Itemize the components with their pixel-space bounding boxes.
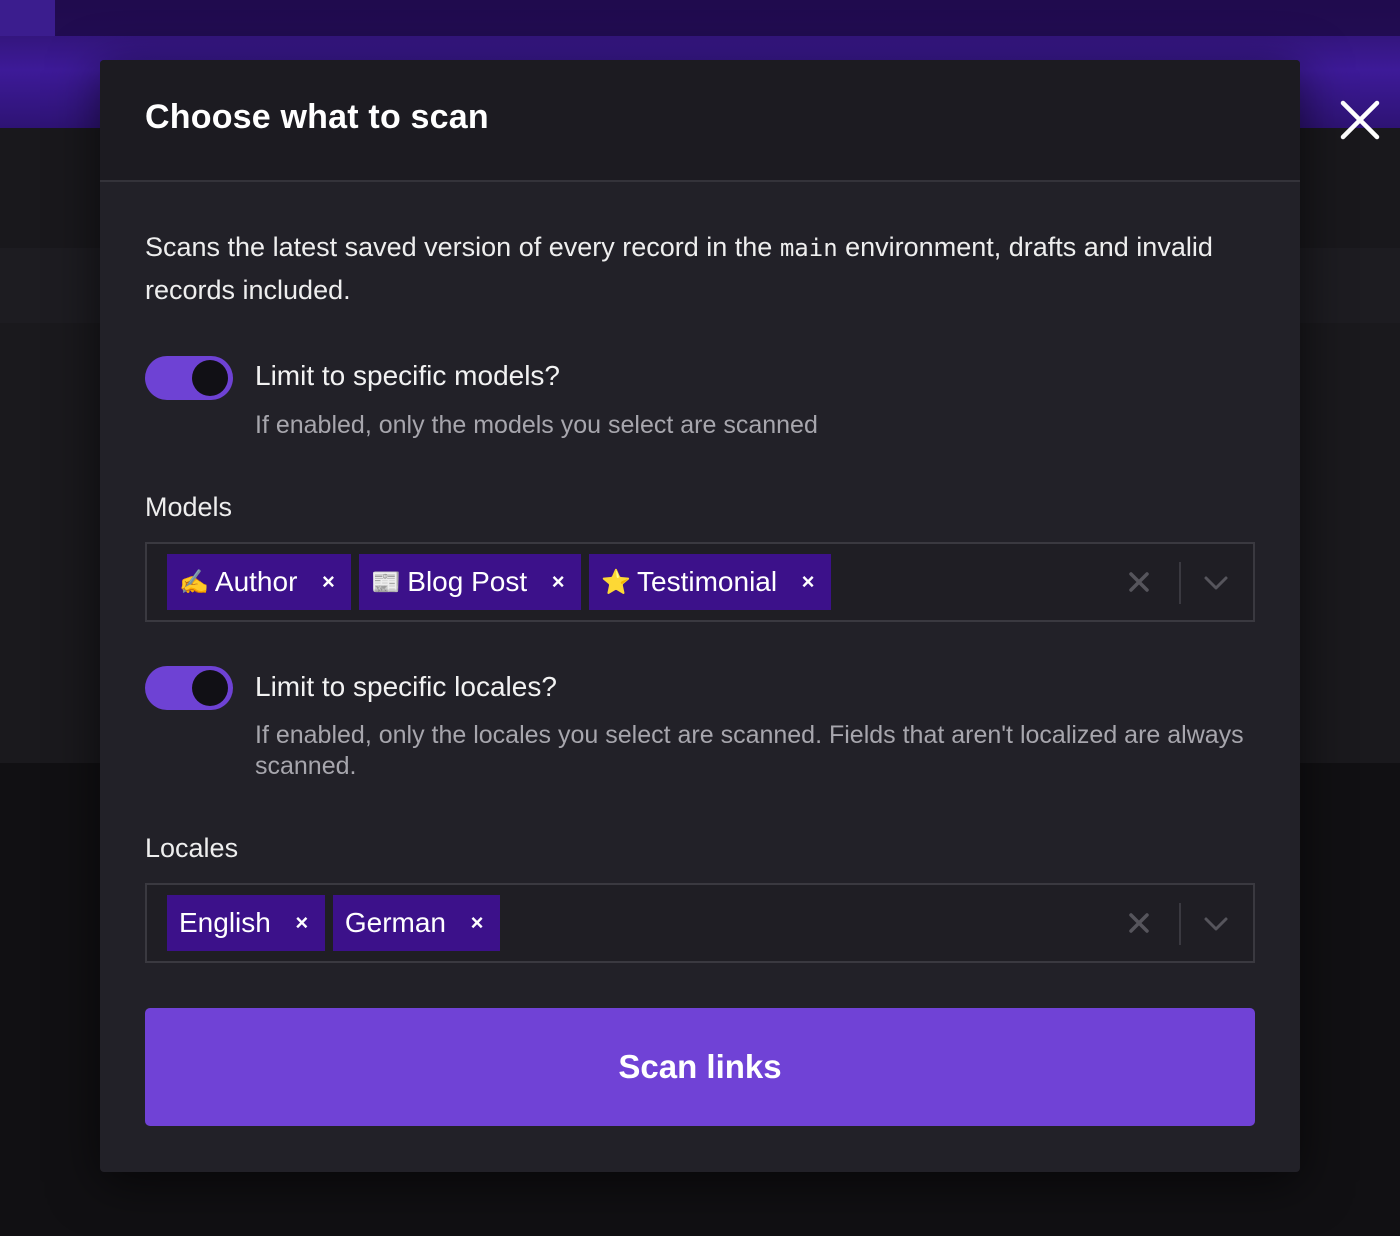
environment-code: main: [779, 234, 838, 262]
toggle-knob: [192, 670, 228, 706]
models-toggle-hint: If enabled, only the models you select a…: [255, 411, 818, 439]
chevron-down-icon[interactable]: [1201, 568, 1231, 598]
scan-links-button[interactable]: Scan links: [145, 1008, 1255, 1126]
model-chip-author: ✍️ Author ×: [167, 554, 352, 610]
locale-chip-german: German ×: [332, 895, 500, 951]
models-chips: ✍️ Author × 📰 Blog Post × ⭐ Testimonial …: [167, 554, 832, 610]
chip-label: German: [344, 907, 446, 938]
star-icon: ⭐: [601, 568, 632, 596]
writing-hand-icon: ✍️: [179, 568, 209, 596]
background-menu-strip: [55, 0, 1400, 36]
newspaper-icon: 📰: [371, 568, 402, 596]
remove-blog-post-button[interactable]: ×: [547, 569, 569, 595]
models-label: Models: [145, 492, 233, 522]
locales-select[interactable]: English × German ×: [145, 883, 1255, 963]
intro-text-start: Scans the latest saved version of every …: [145, 232, 780, 262]
locales-toggle-hint: If enabled, only the locales you select …: [255, 721, 1244, 780]
locales-toggle-label: Limit to specific locales?: [255, 671, 557, 702]
intro-text: Scans the latest saved version of every …: [145, 226, 1235, 311]
remove-author-button[interactable]: ×: [317, 569, 339, 595]
remove-english-button[interactable]: ×: [291, 910, 313, 936]
model-chip-blog-post: 📰 Blog Post ×: [359, 554, 582, 610]
clear-icon[interactable]: [1123, 907, 1155, 939]
select-separator: [1179, 562, 1181, 604]
models-toggle-label: Limit to specific models?: [255, 360, 561, 391]
remove-testimonial-button[interactable]: ×: [797, 569, 819, 595]
chevron-down-icon[interactable]: [1201, 909, 1231, 939]
locales-toggle[interactable]: [145, 666, 233, 710]
scan-modal: Choose what to scan Scans the latest sav…: [100, 60, 1300, 1172]
locale-chip-english: English ×: [167, 895, 325, 951]
chip-label: Author: [214, 566, 298, 597]
locales-label: Locales: [145, 833, 239, 863]
models-toggle[interactable]: [145, 356, 233, 400]
background-logo: [0, 0, 55, 36]
modal-header: Choose what to scan: [100, 60, 1300, 182]
remove-german-button[interactable]: ×: [466, 910, 488, 936]
select-separator: [1179, 903, 1181, 945]
clear-icon[interactable]: [1123, 566, 1155, 598]
locales-chips: English × German ×: [167, 895, 500, 951]
modal-title: Choose what to scan: [145, 98, 489, 136]
models-select[interactable]: ✍️ Author × 📰 Blog Post × ⭐ Testimonial …: [145, 542, 1255, 622]
toggle-knob: [192, 360, 228, 396]
chip-label: Blog Post: [407, 566, 528, 597]
close-icon[interactable]: [1336, 96, 1384, 144]
model-chip-testimonial: ⭐ Testimonial ×: [589, 554, 832, 610]
chip-label: English: [179, 907, 271, 938]
chip-label: Testimonial: [637, 566, 778, 597]
